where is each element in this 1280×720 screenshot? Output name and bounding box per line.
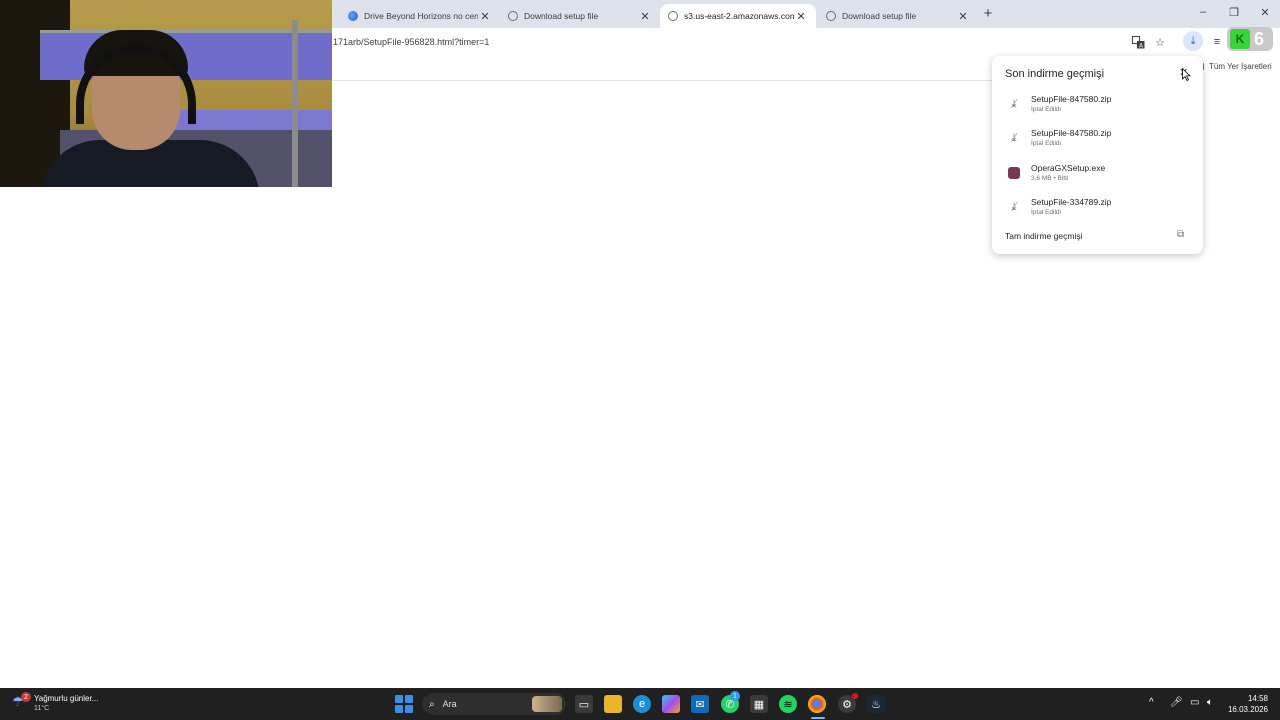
full-download-history-link[interactable]: Tam indirme geçmişi [1005,231,1082,241]
search-icon: ⌕ [429,698,435,710]
bookmark-star-icon[interactable]: ☆ [1152,34,1168,50]
notification-dot [852,693,858,699]
download-name: SetupFile-334789.zip [1031,197,1112,207]
search-highlight-image [532,696,562,712]
mouse-cursor-icon [1182,68,1191,81]
restore-button[interactable]: ❐ [1227,6,1241,19]
download-item[interactable]: ⤓̸ SetupFile-847580.zip İptal Edildi [992,124,1203,156]
profile-button[interactable]: K 6 [1227,27,1273,51]
tab-title: Download setup file [842,11,917,21]
windows-start-icon[interactable] [395,695,413,713]
download-arrow-icon: ⤓ [1190,34,1196,47]
taskbar-search[interactable]: ⌕ Ara [422,693,566,715]
ring-icon [826,11,836,21]
weather-text[interactable]: Yağmurlu günler... [34,694,98,703]
divider [332,80,992,81]
clock-date: 16.03.2026 [1227,705,1268,714]
display-icon[interactable]: ▭ [1190,697,1199,708]
whatsapp-badge: 1 [730,691,740,701]
all-bookmarks-button[interactable]: Tüm Yer İşaretleri [1195,62,1272,71]
cancelled-download-icon: ⤓̸ [1011,97,1017,110]
tab-close-icon[interactable]: ✕ [638,10,652,23]
download-status: İptal Edildi [1031,140,1061,147]
tab-close-icon[interactable]: ✕ [478,10,492,23]
translate-icon[interactable]: A [1130,34,1146,50]
chevron-up-icon[interactable]: ^ [1149,697,1154,708]
download-status: İptal Edildi [1031,106,1061,113]
tab-download-setup-file[interactable]: Download setup file ✕ [500,4,660,28]
microsoft-store-icon[interactable]: ▦ [750,695,768,713]
download-status: İptal Edildi [1031,209,1061,216]
outlook-icon[interactable]: ✉ [691,695,709,713]
downloads-button[interactable]: ⤓ [1183,31,1203,51]
copilot-icon[interactable] [662,695,680,713]
download-name: SetupFile-847580.zip [1031,94,1112,104]
microphone-icon[interactable]: 🎤︎ [1170,697,1183,708]
tab-close-icon[interactable]: ✕ [794,10,808,23]
downloads-title: Son indirme geçmişi [1005,68,1105,80]
download-status: 3,6 MB • Bitti [1031,175,1069,182]
minimize-button[interactable]: – [1196,6,1210,18]
active-app-indicator [811,717,825,719]
all-bookmarks-label: Tüm Yer İşaretleri [1209,62,1272,71]
tab-amazonaws[interactable]: s3.us-east-2.amazonaws.com/b ✕ [660,4,816,28]
download-item[interactable]: OperaGXSetup.exe 3,6 MB • Bitti [992,159,1203,191]
download-item[interactable]: ⤓̸ SetupFile-847580.zip İptal Edildi [992,90,1203,122]
steam-icon[interactable]: ♨ [867,695,885,713]
weather-badge: 2 [21,692,31,702]
volume-icon[interactable]: 🔈︎ [1207,697,1213,708]
tab-drive-beyond-horizons[interactable]: Drive Beyond Horizons no cens ✕ [340,4,500,28]
ring-icon [508,11,518,21]
spotify-icon[interactable]: ≋ [779,695,797,713]
file-explorer-icon[interactable] [604,695,622,713]
clock[interactable]: 14:58 16.03.2026 [1222,693,1268,715]
profile-badge: 6 [1254,28,1265,49]
exe-file-icon [1008,167,1020,179]
weather-temp: 11°C [34,705,50,712]
tab-close-icon[interactable]: ✕ [956,10,970,23]
download-name: SetupFile-847580.zip [1031,128,1112,138]
cancelled-download-icon: ⤓̸ [1011,131,1017,144]
download-item[interactable]: ⤓̸ SetupFile-334789.zip İptal Edildi [992,193,1203,225]
cancelled-download-icon: ⤓̸ [1011,200,1017,213]
new-tab-button[interactable]: + [981,5,995,22]
clock-time: 14:58 [1247,694,1268,703]
downloads-popup: Son indirme geçmişi ✕ ⤓̸ SetupFile-84758… [992,56,1203,254]
tab-title: Download setup file [524,11,599,21]
address-bar[interactable]: 171arb/SetupFile-956828.html?timer=1 [333,37,489,47]
tab-title: Drive Beyond Horizons no cens [364,11,478,21]
tab-download-setup-file-2[interactable]: Download setup file ✕ [818,4,978,28]
open-external-icon[interactable]: ⧉ [1177,229,1184,240]
profile-avatar-icon: K [1230,29,1250,49]
webcam-overlay [0,0,332,187]
taskbar: ☂ 2 Yağmurlu günler... 11°C ⌕ Ara ▭ e ✉ … [0,688,1280,720]
media-controls-icon[interactable]: ≡ [1209,34,1225,50]
search-placeholder: Ara [442,699,457,709]
chrome-icon[interactable] [808,695,826,713]
close-window-button[interactable]: ✕ [1258,6,1272,19]
ring-icon [668,11,678,21]
tab-title: s3.us-east-2.amazonaws.com/b [684,11,794,21]
download-name: OperaGXSetup.exe [1031,163,1106,173]
globe-icon [348,11,358,21]
edge-icon[interactable]: e [633,695,651,713]
task-view-icon[interactable]: ▭ [575,695,593,713]
